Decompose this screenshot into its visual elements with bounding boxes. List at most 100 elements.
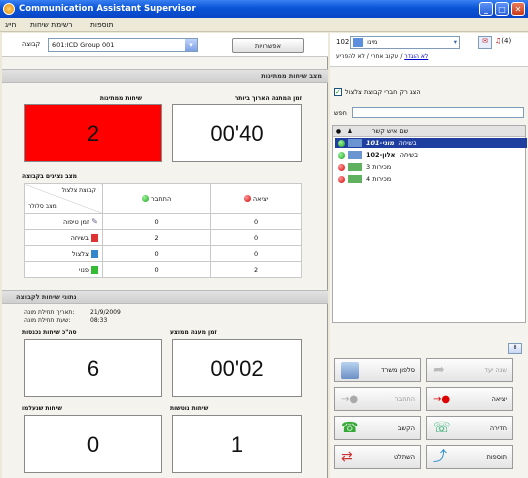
button-label: יציאה bbox=[491, 395, 507, 403]
row-label: בשיחה bbox=[24, 229, 103, 246]
collapse-button[interactable]: ⇟ bbox=[508, 343, 522, 354]
contact-row[interactable]: מכירות 4 bbox=[335, 174, 527, 184]
section-waiting-calls: מצב שיחות ממתינות bbox=[2, 69, 328, 83]
app-icon bbox=[3, 3, 15, 15]
group-select-value: 601:ICD Group 001 bbox=[52, 41, 115, 49]
button-label: סלפון משרד bbox=[381, 366, 415, 374]
button-label: השתלט bbox=[393, 453, 415, 461]
button-label: הקשב bbox=[397, 424, 415, 432]
answered-calls-value: 6 bbox=[24, 339, 162, 397]
minimize-button[interactable]: _ bbox=[479, 2, 493, 16]
exit-button[interactable]: →● יציאה bbox=[426, 387, 513, 411]
contact-row[interactable]: מכירות 3 bbox=[335, 162, 527, 172]
chevron-down-icon[interactable]: ▾ bbox=[185, 39, 197, 51]
button-label: התחבר bbox=[394, 395, 415, 403]
menu-bar: חייג רשימת שיחות תוספות bbox=[0, 18, 528, 32]
table-row: פנוי 0 2 bbox=[24, 261, 302, 278]
group-select[interactable]: 601:ICD Group 001 ▾ bbox=[48, 38, 198, 52]
outgoing-calls-label: שיחות נוטשות bbox=[170, 405, 209, 412]
contact-row[interactable]: מוני-101 בשיחה bbox=[335, 138, 527, 148]
offline-icon bbox=[338, 175, 345, 183]
waiting-calls-label: שיחות ממתינות bbox=[99, 95, 142, 102]
notification-badge[interactable]: ♫(4) bbox=[495, 37, 511, 45]
menu-extras[interactable]: תוספות bbox=[90, 20, 114, 29]
status-link-text[interactable]: / עקוב אחרי / לא להפריע bbox=[336, 53, 402, 60]
table-corner: קבוצת צלצול מצב סלולר bbox=[24, 183, 103, 214]
mobile-share-button[interactable]: סלפון משרד bbox=[334, 358, 421, 382]
table-cell: 0 bbox=[101, 261, 212, 278]
stats-meta-labels: תאריך תחילת מונה: שעת תחילת מונה: bbox=[24, 309, 74, 325]
not-defined-link[interactable]: לא הוגדר bbox=[404, 53, 428, 60]
contact-name: אלון-102 bbox=[366, 151, 396, 159]
answered-calls-label: סה"כ שיחות נכנסות bbox=[22, 329, 77, 336]
contact-row[interactable]: אלון-102 בשיחה bbox=[335, 150, 527, 160]
agents-status-table: קבוצת צלצול מצב סלולר התחבר יציאה זמן טי… bbox=[24, 183, 302, 278]
longest-wait-value: 00'40 bbox=[172, 104, 302, 162]
search-label: חפש bbox=[334, 109, 347, 117]
abandoned-calls-value: 0 bbox=[24, 415, 162, 473]
col-connected-header: התחבר bbox=[101, 183, 212, 214]
stats-meta-values: 21/9/2009 08:33 bbox=[90, 309, 121, 325]
avg-wait-value: 00'02 bbox=[172, 339, 302, 397]
person-column-icon: ♟ bbox=[347, 127, 353, 135]
listen-icon: ☎ bbox=[341, 420, 359, 436]
busy-phone-icon bbox=[348, 139, 362, 147]
button-label: חדירה bbox=[489, 424, 507, 432]
user-status-select[interactable]: מינו ▾ bbox=[350, 36, 460, 49]
contacts-header: ● ♟ שם איש קשר bbox=[333, 126, 525, 137]
table-row: בשיחה 2 0 bbox=[24, 229, 302, 246]
contact-name: מכירות 3 bbox=[366, 163, 392, 171]
waiting-calls-count: 2 bbox=[24, 104, 162, 162]
button-label: שנה יעד bbox=[484, 366, 507, 374]
col-connected-label: התחבר bbox=[151, 194, 172, 203]
red-status-icon bbox=[243, 195, 251, 202]
show-members-row: ✓ הצג רק חברי קבוצת צלצול bbox=[334, 88, 421, 96]
free-phone-icon bbox=[348, 163, 362, 171]
contact-name: מכירות 4 bbox=[366, 175, 392, 183]
maximize-button[interactable]: □ bbox=[495, 2, 509, 16]
busy-phone-icon bbox=[91, 233, 98, 242]
window-title: Communication Assistant Supervisor bbox=[19, 4, 196, 14]
button-label: תוספות bbox=[486, 453, 507, 461]
supervisor-panel: אפשרויות 601:ICD Group 001 ▾ קבוצה מצב ש… bbox=[2, 33, 328, 478]
extras-button[interactable]: ⤴ תוספות bbox=[426, 445, 513, 469]
mobile-phone-icon bbox=[341, 362, 359, 379]
contact-name: מוני-101 bbox=[366, 139, 395, 147]
take-over-button[interactable]: ⇄ השתלט bbox=[334, 445, 421, 469]
longest-wait-label: זמן המתנה הארוך ביותר bbox=[234, 95, 302, 102]
change-target-button[interactable]: ➦ שנה יעד bbox=[426, 358, 513, 382]
time-value: 08:33 bbox=[90, 317, 108, 324]
close-button[interactable]: ✕ bbox=[511, 2, 525, 16]
online-icon bbox=[338, 151, 345, 159]
extras-icon: ⤴ bbox=[433, 449, 447, 465]
abandoned-calls-label: שיחות שנעלמו bbox=[22, 405, 62, 412]
connect-button[interactable]: →● התחבר bbox=[334, 387, 421, 411]
group-toolbar: אפשרויות 601:ICD Group 001 ▾ קבוצה bbox=[2, 33, 328, 57]
take-over-icon: ⇄ bbox=[341, 449, 353, 465]
message-icon[interactable]: ✉ bbox=[478, 36, 492, 49]
offline-icon bbox=[338, 163, 345, 171]
listen-button[interactable]: ☎ הקשב bbox=[334, 416, 421, 440]
group-label: קבוצה bbox=[22, 40, 41, 48]
user-icon bbox=[353, 38, 363, 47]
row-label: צלצול bbox=[24, 245, 103, 262]
status-links: לא הוגדר / עקוב אחרי / לא להפריע bbox=[336, 53, 428, 60]
section-group-stats: נתוני שיחות לקבוצה bbox=[2, 290, 328, 304]
corner-top-label: קבוצת צלצול bbox=[61, 187, 96, 194]
contacts-panel: 102 מינו ▾ ✉ ♫(4) לא הוגדר / עקוב אחרי /… bbox=[330, 33, 528, 478]
barge-in-button[interactable]: ☏ חדירה bbox=[426, 416, 513, 440]
table-cell: 2 bbox=[210, 261, 302, 278]
ringing-phone-icon bbox=[91, 249, 98, 258]
search-input[interactable] bbox=[352, 107, 524, 118]
menu-dial[interactable]: חייג bbox=[5, 20, 16, 29]
col-exit-label: יציאה bbox=[252, 194, 269, 203]
show-members-checkbox[interactable]: ✓ bbox=[334, 88, 342, 96]
date-label: תאריך תחילת מונה: bbox=[24, 309, 75, 316]
menu-call-list[interactable]: רשימת שיחות bbox=[30, 20, 73, 29]
permissions-button[interactable]: אפשרויות bbox=[232, 38, 304, 53]
chevron-down-icon[interactable]: ▾ bbox=[454, 37, 457, 48]
row-label: זמן טיפוה ✎ bbox=[24, 213, 103, 230]
contact-name-header[interactable]: שם איש קשר bbox=[372, 127, 408, 135]
connect-icon: →● bbox=[341, 394, 359, 405]
user-name: מינו bbox=[367, 38, 378, 46]
